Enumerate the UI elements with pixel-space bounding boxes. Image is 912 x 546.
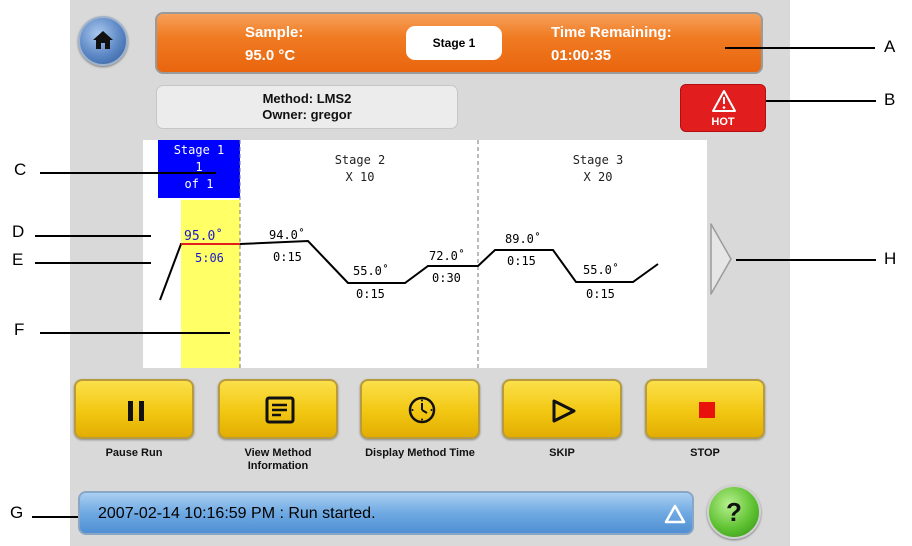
stage-button[interactable]: Stage 1 bbox=[406, 26, 502, 60]
document-icon bbox=[265, 396, 295, 424]
callout-g: G bbox=[10, 503, 24, 522]
callout-line-a bbox=[725, 47, 875, 49]
skip-button[interactable] bbox=[502, 379, 622, 439]
skip-label: SKIP bbox=[549, 447, 575, 459]
time-remaining-value: 01:00:35 bbox=[551, 47, 612, 64]
run-status-bar: Sample: 95.0 °C Stage 1 Time Remaining: … bbox=[155, 12, 763, 74]
hot-warning-badge: HOT bbox=[680, 84, 766, 132]
pause-run-label: Pause Run bbox=[105, 447, 163, 459]
time-remaining-label: Time Remaining: bbox=[551, 24, 672, 41]
callout-line-c bbox=[40, 172, 216, 174]
home-icon bbox=[93, 31, 113, 49]
stage3-repeat: X 20 bbox=[583, 170, 613, 184]
stop-icon bbox=[699, 402, 715, 418]
warning-triangle-icon bbox=[712, 90, 736, 112]
step-temperature: 72.0˚ bbox=[429, 249, 466, 263]
callout-line-d bbox=[35, 235, 151, 237]
help-button[interactable]: ? bbox=[707, 485, 761, 539]
display-method-time-button[interactable] bbox=[360, 379, 480, 439]
step-temperature: 94.0˚ bbox=[269, 228, 306, 242]
step-time: 5:06 bbox=[195, 251, 224, 265]
callout-d: D bbox=[12, 222, 25, 241]
hot-label: HOT bbox=[711, 116, 735, 128]
step-time: 0:15 bbox=[586, 287, 615, 301]
next-stage-arrow-icon[interactable] bbox=[709, 222, 733, 296]
step-time: 0:15 bbox=[356, 287, 385, 301]
step-time: 0:15 bbox=[273, 250, 302, 264]
callout-e: E bbox=[12, 250, 24, 269]
help-icon: ? bbox=[726, 497, 742, 527]
pause-icon bbox=[128, 401, 144, 421]
stage2-repeat: X 10 bbox=[345, 170, 375, 184]
callout-b: B bbox=[884, 90, 896, 109]
play-outline-icon bbox=[552, 399, 576, 423]
log-message: 2007-02-14 10:16:59 PM : Run started. bbox=[98, 505, 376, 522]
stage3-title: Stage 3 bbox=[572, 153, 624, 167]
callout-line-e bbox=[35, 262, 151, 264]
view-method-info-button[interactable] bbox=[218, 379, 338, 439]
callout-h: H bbox=[884, 249, 897, 268]
step-time: 0:30 bbox=[432, 271, 461, 285]
step-temperature: 95.0˚ bbox=[184, 229, 224, 244]
sample-label: Sample: bbox=[245, 24, 304, 41]
stage1-of: of 1 bbox=[184, 177, 214, 191]
display-method-time-label: Display Method Time bbox=[365, 447, 475, 459]
step-temperature: 89.0˚ bbox=[505, 232, 542, 246]
expand-up-icon[interactable] bbox=[664, 504, 686, 524]
callout-line-b bbox=[766, 100, 876, 102]
step-time: 0:15 bbox=[507, 254, 536, 268]
callout-line-h bbox=[736, 259, 876, 261]
pause-run-button[interactable] bbox=[74, 379, 194, 439]
callout-a: A bbox=[884, 37, 896, 56]
callout-line-f bbox=[40, 332, 230, 334]
sample-temperature: 95.0 °C bbox=[245, 47, 296, 64]
clock-icon bbox=[408, 396, 436, 424]
stage2-title: Stage 2 bbox=[334, 153, 386, 167]
callout-line-g bbox=[32, 516, 78, 518]
method-info-box: Method: LMS2 Owner: gregor bbox=[156, 85, 458, 129]
stop-label: STOP bbox=[690, 447, 720, 459]
step-temperature: 55.0˚ bbox=[353, 264, 390, 278]
method-name: Method: LMS2 bbox=[262, 91, 352, 106]
view-method-info-label: View Method Information bbox=[244, 447, 312, 472]
stage1-title: Stage 1 bbox=[173, 143, 225, 157]
home-button[interactable] bbox=[78, 16, 128, 66]
step-temperature: 55.0˚ bbox=[583, 263, 620, 277]
stop-button[interactable] bbox=[645, 379, 765, 439]
current-step-highlight bbox=[181, 200, 240, 368]
event-log-bar[interactable]: 2007-02-14 10:16:59 PM : Run started. bbox=[78, 491, 694, 535]
callout-f: F bbox=[14, 320, 25, 339]
callout-c: C bbox=[14, 160, 27, 179]
method-owner: Owner: gregor bbox=[262, 107, 352, 122]
